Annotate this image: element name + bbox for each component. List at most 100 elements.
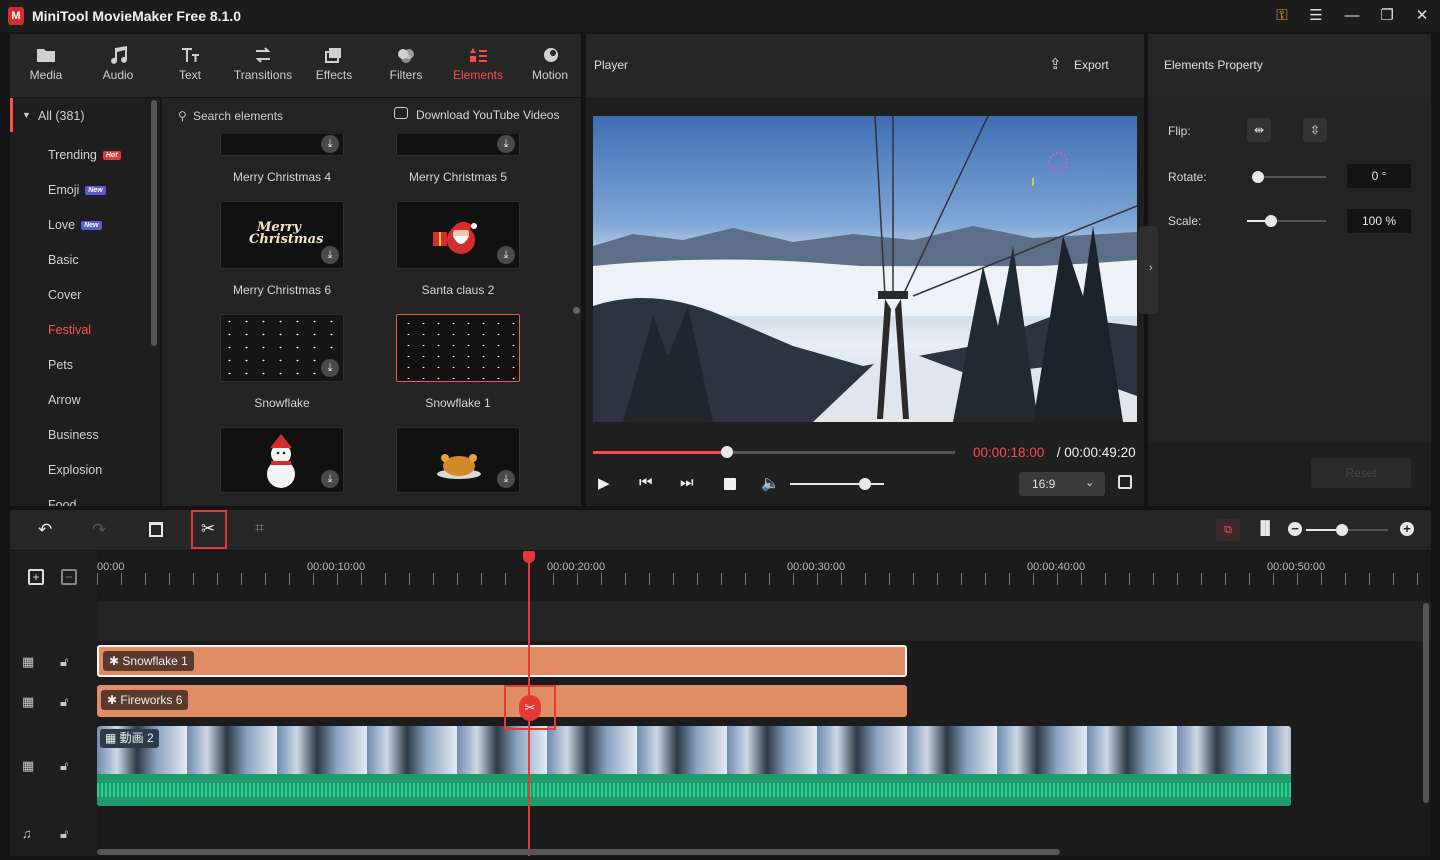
tab-media[interactable]: Media: [10, 34, 82, 97]
play-button[interactable]: ▶: [598, 474, 610, 492]
category-all[interactable]: All (381): [38, 109, 85, 123]
element-thumb-snowman[interactable]: ⤓: [220, 427, 344, 493]
download-icon[interactable]: ⤓: [321, 470, 339, 488]
time-ruler[interactable]: 00:00 00:00:10:00 00:00:20:00 00:00:30:0…: [97, 559, 1431, 589]
aspect-ratio-select[interactable]: 16:9 ⌄: [1019, 472, 1105, 496]
tab-audio[interactable]: Audio: [82, 34, 154, 97]
clip-fireworks-6[interactable]: ✱ Fireworks 6: [97, 685, 907, 717]
close-button[interactable]: ✕: [1410, 6, 1434, 26]
category-love[interactable]: Love New: [48, 218, 102, 232]
download-icon[interactable]: ⤓: [321, 135, 339, 153]
video-preview[interactable]: [593, 116, 1137, 422]
track-lock-icon[interactable]: 🔓︎: [60, 694, 68, 710]
scale-value-field[interactable]: 100 %: [1347, 209, 1411, 233]
element-thumb-santa-claus-2[interactable]: ⤓: [396, 201, 520, 269]
maximize-button[interactable]: ❐: [1375, 6, 1399, 26]
category-business[interactable]: Business: [48, 428, 99, 442]
tab-text[interactable]: Text: [154, 34, 226, 97]
category-explosion[interactable]: Explosion: [48, 463, 102, 477]
rotate-handle[interactable]: [1252, 171, 1264, 183]
download-icon[interactable]: ⤓: [497, 470, 515, 488]
track-video-icon: ▦: [22, 654, 35, 669]
timeline-zoom-slider[interactable]: [1306, 524, 1388, 536]
category-emoji[interactable]: Emoji New: [48, 183, 106, 197]
category-cover[interactable]: Cover: [48, 288, 81, 302]
split-button[interactable]: ✂: [191, 510, 227, 549]
download-icon[interactable]: ⤓: [321, 359, 339, 377]
zoom-handle[interactable]: [1336, 524, 1348, 536]
track-lock-icon[interactable]: 🔓︎: [60, 654, 68, 670]
fullscreen-icon[interactable]: [1118, 475, 1132, 489]
tab-effects[interactable]: Effects: [298, 34, 370, 97]
track-lock-icon[interactable]: 🔓︎: [60, 826, 68, 842]
zoom-out-icon[interactable]: −: [1288, 522, 1302, 536]
search-input[interactable]: Search elements: [193, 109, 283, 123]
crop-icon[interactable]: ⌗: [255, 520, 264, 538]
ruler-ticks: [97, 573, 1431, 585]
download-icon[interactable]: ⤓: [497, 246, 515, 264]
rotate-slider[interactable]: [1252, 171, 1326, 183]
horizontal-scrollbar[interactable]: [97, 849, 1060, 855]
tab-motion[interactable]: Motion: [514, 34, 586, 97]
next-frame-button[interactable]: ⏭: [680, 474, 694, 491]
previous-frame-button[interactable]: ⏮: [639, 474, 653, 491]
download-icon[interactable]: ⤓: [321, 246, 339, 264]
category-basic[interactable]: Basic: [48, 253, 79, 267]
collapse-panel-handle[interactable]: ›: [1138, 226, 1158, 314]
element-thumb-snowflake-1[interactable]: [396, 314, 520, 382]
split-point-highlight[interactable]: ✂: [504, 685, 556, 730]
download-icon[interactable]: ⤓: [497, 135, 515, 153]
menu-icon[interactable]: ☰: [1304, 6, 1328, 26]
tab-filters[interactable]: Filters: [370, 34, 442, 97]
undo-icon[interactable]: ↶: [38, 520, 52, 540]
snap-icon[interactable]: ⧉: [1216, 519, 1240, 541]
playback-progress-track[interactable]: [593, 446, 955, 458]
element-thumb-roast-turkey[interactable]: ⤓: [396, 427, 520, 493]
volume-slider[interactable]: [790, 478, 884, 490]
tab-transitions[interactable]: Transitions: [226, 34, 300, 97]
mountain-scene: [593, 116, 1137, 422]
remove-track-icon[interactable]: −: [61, 569, 77, 585]
export-button[interactable]: Export: [1074, 58, 1109, 72]
ruler-label: 00:00:30:00: [787, 561, 846, 573]
playback-progress-handle[interactable]: [720, 446, 733, 458]
playhead-handle[interactable]: [523, 551, 535, 563]
volume-icon[interactable]: 🔈: [761, 474, 780, 492]
rotate-value-field[interactable]: 0 °: [1347, 164, 1411, 188]
delete-icon[interactable]: [149, 522, 163, 537]
clip-video-2[interactable]: ▦ 動画 2: [97, 726, 1291, 806]
flip-horizontal-button[interactable]: ⇹: [1247, 118, 1271, 142]
flip-vertical-button[interactable]: ⇳: [1303, 118, 1327, 142]
add-track-icon[interactable]: +: [28, 569, 44, 585]
element-thumb-merry-christmas-5[interactable]: ⤓: [396, 134, 520, 156]
flip-label: Flip:: [1168, 124, 1191, 138]
vertical-scrollbar[interactable]: [1423, 603, 1429, 803]
redo-icon[interactable]: ↷: [92, 520, 106, 540]
category-trending[interactable]: Trending Hot: [48, 148, 121, 162]
download-youtube-link[interactable]: Download YouTube Videos: [416, 108, 559, 122]
category-arrow[interactable]: Arrow: [48, 393, 81, 407]
active-indicator: [10, 98, 13, 132]
volume-handle[interactable]: [859, 478, 872, 490]
tab-elements[interactable]: Elements: [442, 34, 514, 97]
category-pets[interactable]: Pets: [48, 358, 73, 372]
collapse-arrow-icon[interactable]: ▼: [22, 110, 31, 120]
clip-snowflake-1[interactable]: ✱ Snowflake 1: [97, 645, 907, 677]
element-thumb-merry-christmas-4[interactable]: ⤓: [220, 134, 344, 156]
stop-button[interactable]: [724, 478, 736, 490]
zoom-in-icon[interactable]: +: [1400, 522, 1414, 536]
element-thumb-snowflake[interactable]: ⤓: [220, 314, 344, 382]
scale-slider[interactable]: [1247, 215, 1326, 227]
scale-handle[interactable]: [1264, 215, 1277, 227]
element-thumb-merry-christmas-6[interactable]: Merry Christmas ⤓: [220, 201, 344, 269]
fit-timeline-icon[interactable]: ▐▌: [1256, 520, 1274, 535]
key-icon[interactable]: ⚿: [1270, 6, 1294, 26]
category-festival[interactable]: Festival: [48, 323, 91, 337]
panel-scroll-dot[interactable]: [573, 307, 580, 314]
minimize-button[interactable]: —: [1340, 6, 1364, 26]
category-scrollbar[interactable]: [151, 100, 157, 346]
category-food[interactable]: Food: [48, 498, 77, 506]
total-time: / 00:00:49:20: [1053, 445, 1136, 460]
reset-button[interactable]: Reset: [1311, 458, 1411, 488]
track-lock-icon[interactable]: 🔓︎: [60, 758, 68, 774]
